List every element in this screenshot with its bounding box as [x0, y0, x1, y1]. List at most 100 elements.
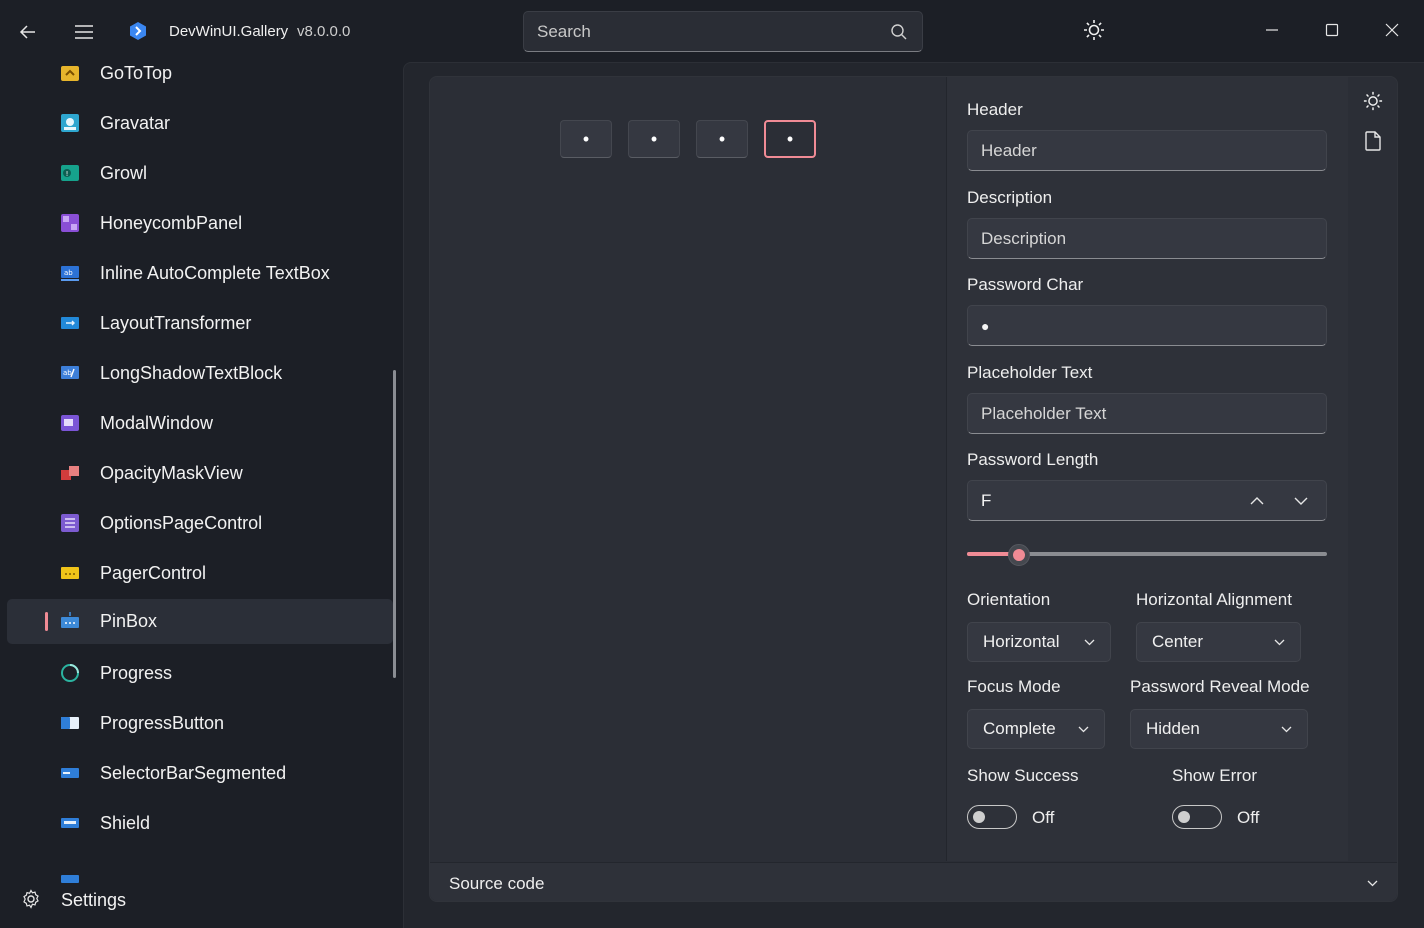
back-arrow-icon — [19, 25, 35, 39]
search-input[interactable] — [524, 12, 884, 51]
pinbox-icon — [61, 612, 79, 628]
show-success-state: Off — [1032, 808, 1055, 827]
horizontal-alignment-combobox[interactable]: Center — [1136, 622, 1301, 662]
minimize-button[interactable] — [1252, 10, 1292, 50]
selector-bar-icon — [61, 768, 79, 778]
sidebar-item-label: Shield — [100, 813, 151, 833]
chevron-down-icon[interactable] — [1293, 493, 1309, 509]
gear-icon — [23, 889, 39, 909]
sidebar-item-optionspagecontrol[interactable]: OptionsPageControl — [7, 501, 393, 546]
sidebar-item-progressbutton[interactable]: ProgressButton — [7, 701, 393, 746]
password-reveal-mode-combobox[interactable]: Hidden — [1130, 709, 1308, 749]
header-field[interactable]: Header — [967, 130, 1327, 171]
sample-theme-button[interactable] — [1357, 85, 1389, 117]
password-length-value: F — [981, 490, 992, 510]
password-char-field[interactable]: ● — [967, 305, 1327, 346]
hamburger-icon — [75, 25, 93, 39]
search-icon[interactable] — [890, 23, 908, 41]
hamburger-menu-button[interactable] — [64, 12, 104, 52]
sun-icon — [1363, 91, 1383, 111]
pager-icon — [61, 567, 79, 579]
sidebar-item-selectorbarsegmented[interactable]: SelectorBarSegmented — [7, 751, 393, 796]
show-success-label: Show Success — [967, 766, 1079, 785]
sidebar-item-pagercontrol[interactable]: PagerControl — [7, 551, 393, 596]
orientation-combobox[interactable]: Horizontal — [967, 622, 1111, 662]
password-reveal-mode-value: Hidden — [1146, 719, 1200, 738]
sidebar-item-modalwindow[interactable]: ModalWindow — [7, 401, 393, 446]
password-length-label: Password Length — [967, 450, 1099, 469]
chevron-down-icon — [1367, 880, 1378, 887]
search-box[interactable] — [523, 11, 923, 52]
layout-transformer-icon — [61, 317, 79, 329]
show-error-toggle[interactable] — [1172, 805, 1222, 829]
focus-mode-value: Complete — [983, 719, 1056, 738]
sidebar-item-inline-autocomplete-textbox[interactable]: ab Inline AutoComplete TextBox — [7, 251, 393, 296]
password-reveal-mode-label: Password Reveal Mode — [1130, 677, 1310, 696]
sidebar-item-label: OptionsPageControl — [100, 513, 263, 533]
sidebar-scrollbar[interactable] — [393, 370, 396, 678]
description-field[interactable]: Description — [967, 218, 1327, 259]
orientation-value: Horizontal — [983, 632, 1060, 651]
svg-text:ab: ab — [64, 269, 73, 277]
sidebar-item-gototop[interactable]: GoToTop — [7, 62, 393, 96]
sidebar-item-honeycombpanel[interactable]: HoneycombPanel — [7, 201, 393, 246]
source-code-expander[interactable]: Source code — [430, 862, 1397, 901]
show-error-label: Show Error — [1172, 766, 1258, 785]
chevron-down-icon — [1281, 726, 1292, 733]
progress-button-icon — [61, 717, 79, 729]
horizontal-alignment-value: Center — [1152, 632, 1204, 651]
settings-nav-item[interactable]: Settings — [0, 870, 402, 928]
options-page-icon — [61, 514, 79, 532]
sidebar-item-label: OpacityMaskView — [100, 463, 243, 483]
sidebar-item-label: ModalWindow — [100, 413, 214, 433]
sidebar-item-label: ProgressButton — [100, 713, 225, 733]
gototop-icon — [61, 66, 79, 81]
pin-box-3[interactable]: • — [696, 120, 748, 158]
header-label: Header — [967, 100, 1023, 119]
gravatar-icon — [61, 114, 79, 132]
sidebar-item-growl[interactable]: ! Growl — [7, 151, 393, 196]
sidebar-item-layouttransformer[interactable]: LayoutTransformer — [7, 301, 393, 346]
back-button[interactable] — [8, 12, 48, 52]
pin-box-1[interactable]: • — [560, 120, 612, 158]
sidebar-item-label: PinBox — [100, 611, 158, 631]
show-success-toggle[interactable] — [967, 805, 1017, 829]
sidebar-item-label: Progress — [100, 663, 173, 683]
sidebar-item-label: SelectorBarSegmented — [100, 763, 287, 783]
sidebar-item-label: GoToTop — [100, 63, 173, 83]
pin-box-2[interactable]: • — [628, 120, 680, 158]
chevron-down-icon — [1274, 639, 1285, 646]
maximize-button[interactable] — [1312, 10, 1352, 50]
modal-window-icon — [61, 415, 79, 431]
sidebar-item-pinbox[interactable]: PinBox — [7, 599, 393, 644]
source-code-label: Source code — [449, 874, 545, 893]
sidebar-item-label: LayoutTransformer — [100, 313, 252, 333]
sidebar-item-opacitymaskview[interactable]: OpacityMaskView — [7, 451, 393, 496]
chevron-down-icon — [1084, 639, 1095, 646]
autocomplete-icon: ab — [61, 266, 79, 281]
close-button[interactable] — [1372, 10, 1412, 50]
show-error-state: Off — [1237, 808, 1260, 827]
sample-document-button[interactable] — [1357, 125, 1389, 157]
password-length-numberbox[interactable]: F — [967, 480, 1327, 521]
pin-box-4[interactable]: • — [764, 120, 816, 158]
app-version: v8.0.0.0 — [297, 23, 351, 40]
chevron-down-icon — [1078, 726, 1089, 733]
sidebar-item-shield[interactable]: Shield — [7, 801, 393, 846]
title-bar: DevWinUI.Gallery v8.0.0.0 — [0, 0, 1424, 62]
theme-toggle-button[interactable] — [1076, 12, 1112, 48]
document-icon — [1365, 131, 1381, 151]
sidebar-item-progress[interactable]: Progress — [7, 651, 393, 696]
sidebar-item-gravatar[interactable]: Gravatar — [7, 101, 393, 146]
progress-icon — [61, 664, 79, 682]
placeholder-text-field[interactable]: Placeholder Text — [967, 393, 1327, 434]
settings-label: Settings — [61, 890, 127, 910]
long-shadow-icon: ab — [61, 366, 79, 379]
chevron-up-icon[interactable] — [1249, 493, 1265, 509]
focus-mode-combobox[interactable]: Complete — [967, 709, 1105, 749]
sample-toolbar — [1348, 77, 1397, 861]
svg-text:!: ! — [66, 170, 69, 178]
shield-icon — [61, 818, 79, 828]
sidebar-item-longshadowtextblock[interactable]: ab LongShadowTextBlock — [7, 351, 393, 396]
sidebar-item-label: Inline AutoComplete TextBox — [100, 263, 330, 283]
